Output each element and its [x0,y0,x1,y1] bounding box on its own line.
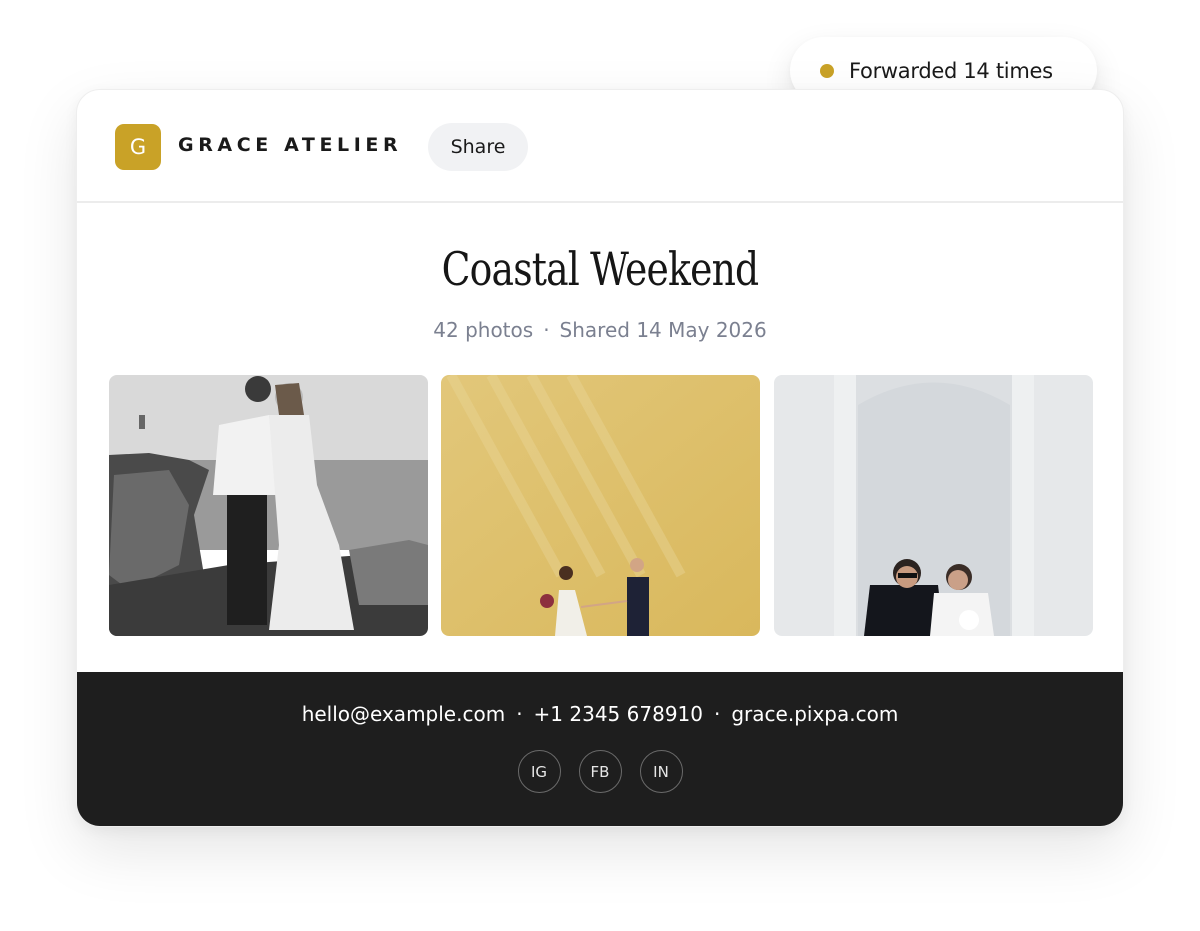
brand-name: GRACE ATELIER [178,134,403,156]
footer: hello@example.com · +1 2345 678910 · gra… [77,672,1123,826]
phone-link[interactable]: +1 2345 678910 [534,702,703,726]
logo-mark: G [115,124,161,170]
instagram-button[interactable]: IG [517,750,561,793]
header: G GRACE ATELIER Share [77,90,1123,203]
album-title: Coastal Weekend [441,242,760,296]
photo-thumbnail-3[interactable] [774,375,1093,636]
album-meta: 42 photos · Shared 14 May 2026 [77,318,1123,342]
contact-separator-2: · [714,702,721,726]
meta-separator: · [543,318,550,342]
email-link[interactable]: hello@example.com [302,702,506,726]
status-dot-icon [820,63,834,78]
photo-count: 42 photos [433,318,534,342]
forwarded-text: Forwarded 14 times [849,58,1053,83]
photo-thumbnail-1[interactable] [109,375,428,636]
facebook-button[interactable]: FB [578,750,622,793]
photo-thumbnail-2[interactable] [441,375,760,636]
gallery-card: G GRACE ATELIER Share Coastal Weekend 42… [76,89,1124,827]
shared-date: Shared 14 May 2026 [559,318,767,342]
share-button[interactable]: Share [428,123,528,171]
photo-bw-coast [109,375,428,636]
linkedin-button[interactable]: IN [639,750,683,793]
photo-white-arch [774,375,1093,636]
contact-separator-1: · [516,702,523,726]
contact-line: hello@example.com · +1 2345 678910 · gra… [77,702,1123,726]
website-link[interactable]: grace.pixpa.com [731,702,898,726]
photo-yellow-wall [441,375,760,636]
social-links: IG FB IN [77,750,1123,793]
